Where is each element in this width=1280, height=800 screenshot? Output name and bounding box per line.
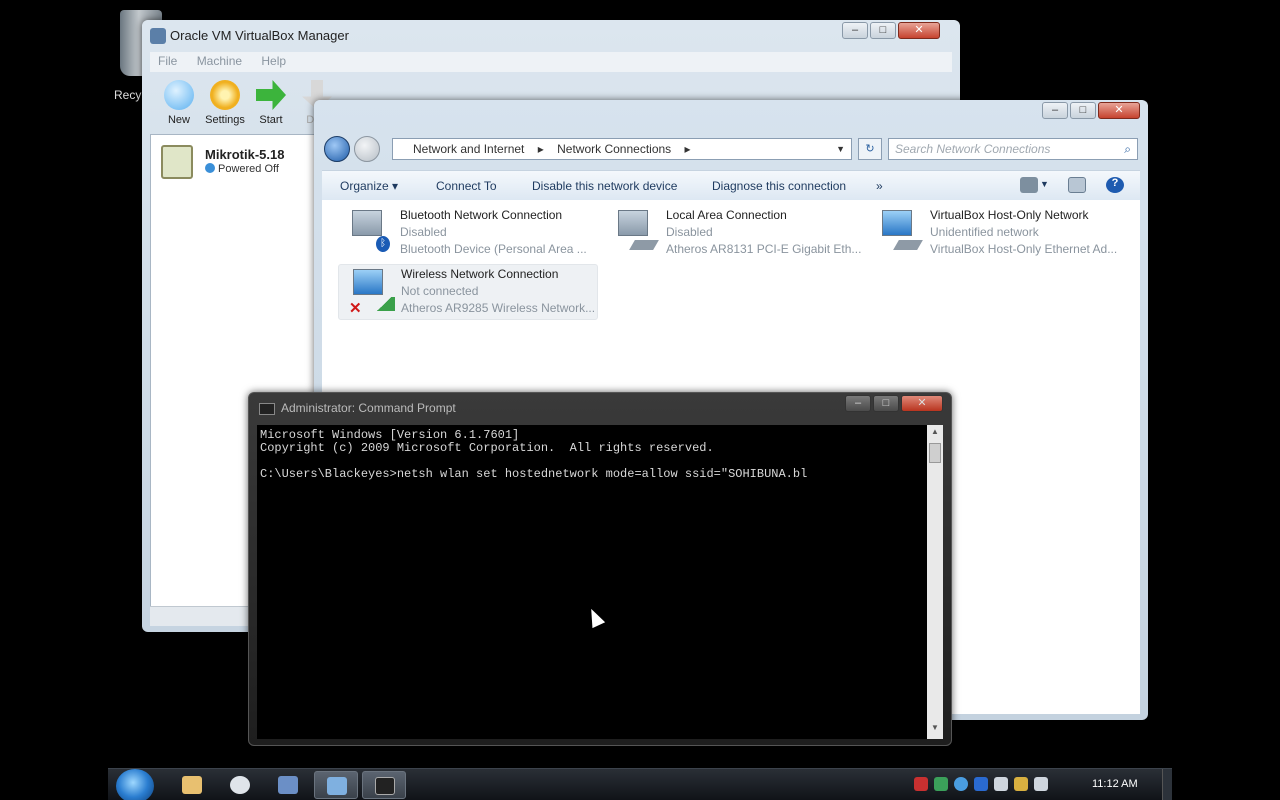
- bluetooth-icon: ᛒ: [376, 236, 390, 252]
- organize-button[interactable]: Organize ▾: [340, 179, 398, 193]
- network-icon: [327, 777, 347, 795]
- flag-icon[interactable]: [914, 777, 928, 791]
- breadcrumb-separator: ▸: [684, 142, 691, 156]
- scroll-up-icon[interactable]: ▲: [927, 427, 943, 441]
- menu-file[interactable]: File: [158, 54, 177, 68]
- vm-name: Mikrotik-5.18: [205, 147, 285, 162]
- virtualbox-icon: [278, 776, 298, 794]
- window-title: Oracle VM VirtualBox Manager: [170, 28, 349, 43]
- network-adapter-icon: ✕: [349, 269, 395, 317]
- volume-icon[interactable]: [1034, 777, 1048, 791]
- taskbar-network[interactable]: [314, 771, 358, 799]
- start-button[interactable]: Start: [246, 80, 296, 126]
- desktop: Recy Oracle VM VirtualBox Manager – □ ✕ …: [0, 0, 1280, 800]
- search-input[interactable]: Search Network Connections ⌕: [888, 138, 1138, 160]
- more-commands-button[interactable]: »: [876, 179, 883, 193]
- back-button[interactable]: [324, 136, 350, 162]
- vm-item[interactable]: Mikrotik-5.18 Powered Off: [157, 143, 317, 183]
- forward-button[interactable]: [354, 136, 380, 162]
- window-title: Administrator: Command Prompt: [281, 401, 456, 415]
- settings-button[interactable]: Settings: [200, 80, 250, 126]
- globe-icon[interactable]: [954, 777, 968, 791]
- taskbar-explorer[interactable]: [170, 771, 214, 799]
- console-icon: [375, 777, 395, 795]
- minimize-button[interactable]: –: [1042, 102, 1068, 119]
- app-icon: [230, 776, 250, 794]
- chevron-down-icon[interactable]: ▼: [1040, 179, 1049, 189]
- help-icon[interactable]: ?: [1106, 177, 1124, 193]
- taskbar-app[interactable]: [218, 771, 262, 799]
- taskbar-cmd[interactable]: [362, 771, 406, 799]
- new-icon: [164, 80, 194, 110]
- new-button[interactable]: New: [154, 80, 204, 126]
- breadcrumb-separator: ▸: [537, 142, 544, 156]
- console-line: Copyright (c) 2009 Microsoft Corporation…: [260, 441, 714, 455]
- maximize-button[interactable]: □: [873, 395, 899, 412]
- disable-device-button[interactable]: Disable this network device: [532, 179, 677, 193]
- connection-virtualbox-host-only[interactable]: VirtualBox Host-Only Network Unidentifie…: [868, 206, 1128, 262]
- caption-buttons: – □ ✕: [842, 22, 940, 39]
- search-icon[interactable]: ⌕: [1124, 139, 1131, 159]
- system-tray: [914, 777, 1048, 791]
- breadcrumb-network-and-internet[interactable]: Network and Internet: [413, 142, 524, 156]
- menu-help[interactable]: Help: [261, 54, 286, 68]
- network-warning-icon[interactable]: [1014, 777, 1028, 791]
- console-icon: [259, 403, 275, 415]
- console-input-line: C:\Users\Blackeyes>netsh wlan set hosted…: [260, 467, 808, 481]
- minimize-button[interactable]: –: [845, 395, 871, 412]
- preview-pane-icon[interactable]: [1068, 177, 1086, 193]
- recycle-bin-label: Recy: [114, 88, 142, 102]
- address-row: Network and Internet ▸ Network Connectio…: [322, 132, 1140, 166]
- network-adapter-icon: [878, 210, 923, 250]
- chevron-down-icon[interactable]: ▼: [836, 139, 845, 159]
- sync-icon[interactable]: [934, 777, 948, 791]
- vm-os-icon: [161, 145, 193, 179]
- caption-buttons: – □ ✕: [845, 395, 943, 412]
- refresh-button[interactable]: ↻: [858, 138, 882, 160]
- powered-off-icon: [205, 163, 215, 173]
- console-output[interactable]: Microsoft Windows [Version 6.1.7601] Copy…: [257, 425, 927, 739]
- address-bar[interactable]: Network and Internet ▸ Network Connectio…: [392, 138, 852, 160]
- connection-local-area[interactable]: Local Area Connection Disabled Atheros A…: [604, 206, 864, 262]
- network-adapter-icon: [614, 210, 659, 250]
- gear-icon: [210, 80, 240, 110]
- menu-bar: File Machine Help: [150, 52, 952, 72]
- connection-bluetooth[interactable]: ᛒ Bluetooth Network Connection Disabled …: [338, 206, 598, 262]
- command-bar: Organize ▾ Connect To Disable this netwo…: [322, 170, 1140, 200]
- ethernet-cable-icon: [629, 240, 659, 250]
- breadcrumb-network-connections[interactable]: Network Connections: [557, 142, 671, 156]
- bluetooth-icon[interactable]: [974, 777, 988, 791]
- device-icon[interactable]: [994, 777, 1008, 791]
- start-arrow-icon: [256, 80, 286, 110]
- ethernet-cable-icon: [893, 240, 923, 250]
- clock[interactable]: 11:12 AM: [1092, 778, 1138, 790]
- close-button[interactable]: ✕: [1098, 102, 1140, 119]
- caption-buttons: – □ ✕: [1042, 102, 1140, 119]
- close-button[interactable]: ✕: [898, 22, 940, 39]
- command-prompt-window[interactable]: Administrator: Command Prompt – □ ✕ Micr…: [248, 392, 952, 746]
- minimize-button[interactable]: –: [842, 22, 868, 39]
- virtualbox-icon: [150, 28, 166, 44]
- taskbar: 11:12 AM: [108, 768, 1172, 800]
- connection-wireless[interactable]: ✕ Wireless Network Connection Not connec…: [338, 264, 598, 320]
- taskbar-virtualbox[interactable]: [266, 771, 310, 799]
- close-button[interactable]: ✕: [901, 395, 943, 412]
- not-connected-x-icon: ✕: [349, 300, 362, 317]
- view-options-icon[interactable]: [1020, 177, 1038, 193]
- menu-machine[interactable]: Machine: [197, 54, 242, 68]
- vertical-scrollbar[interactable]: ▲ ▼: [927, 425, 943, 739]
- diagnose-button[interactable]: Diagnose this connection: [712, 179, 846, 193]
- vm-state: Powered Off: [205, 163, 279, 175]
- folder-icon: [182, 776, 202, 794]
- network-adapter-icon: ᛒ: [348, 210, 390, 252]
- maximize-button[interactable]: □: [1070, 102, 1096, 119]
- scroll-thumb[interactable]: [929, 443, 941, 463]
- scroll-down-icon[interactable]: ▼: [927, 723, 943, 737]
- maximize-button[interactable]: □: [870, 22, 896, 39]
- connect-to-button[interactable]: Connect To: [436, 179, 497, 193]
- show-desktop-button[interactable]: [1162, 769, 1172, 800]
- start-button[interactable]: [116, 769, 154, 800]
- signal-bars-icon: [373, 297, 395, 311]
